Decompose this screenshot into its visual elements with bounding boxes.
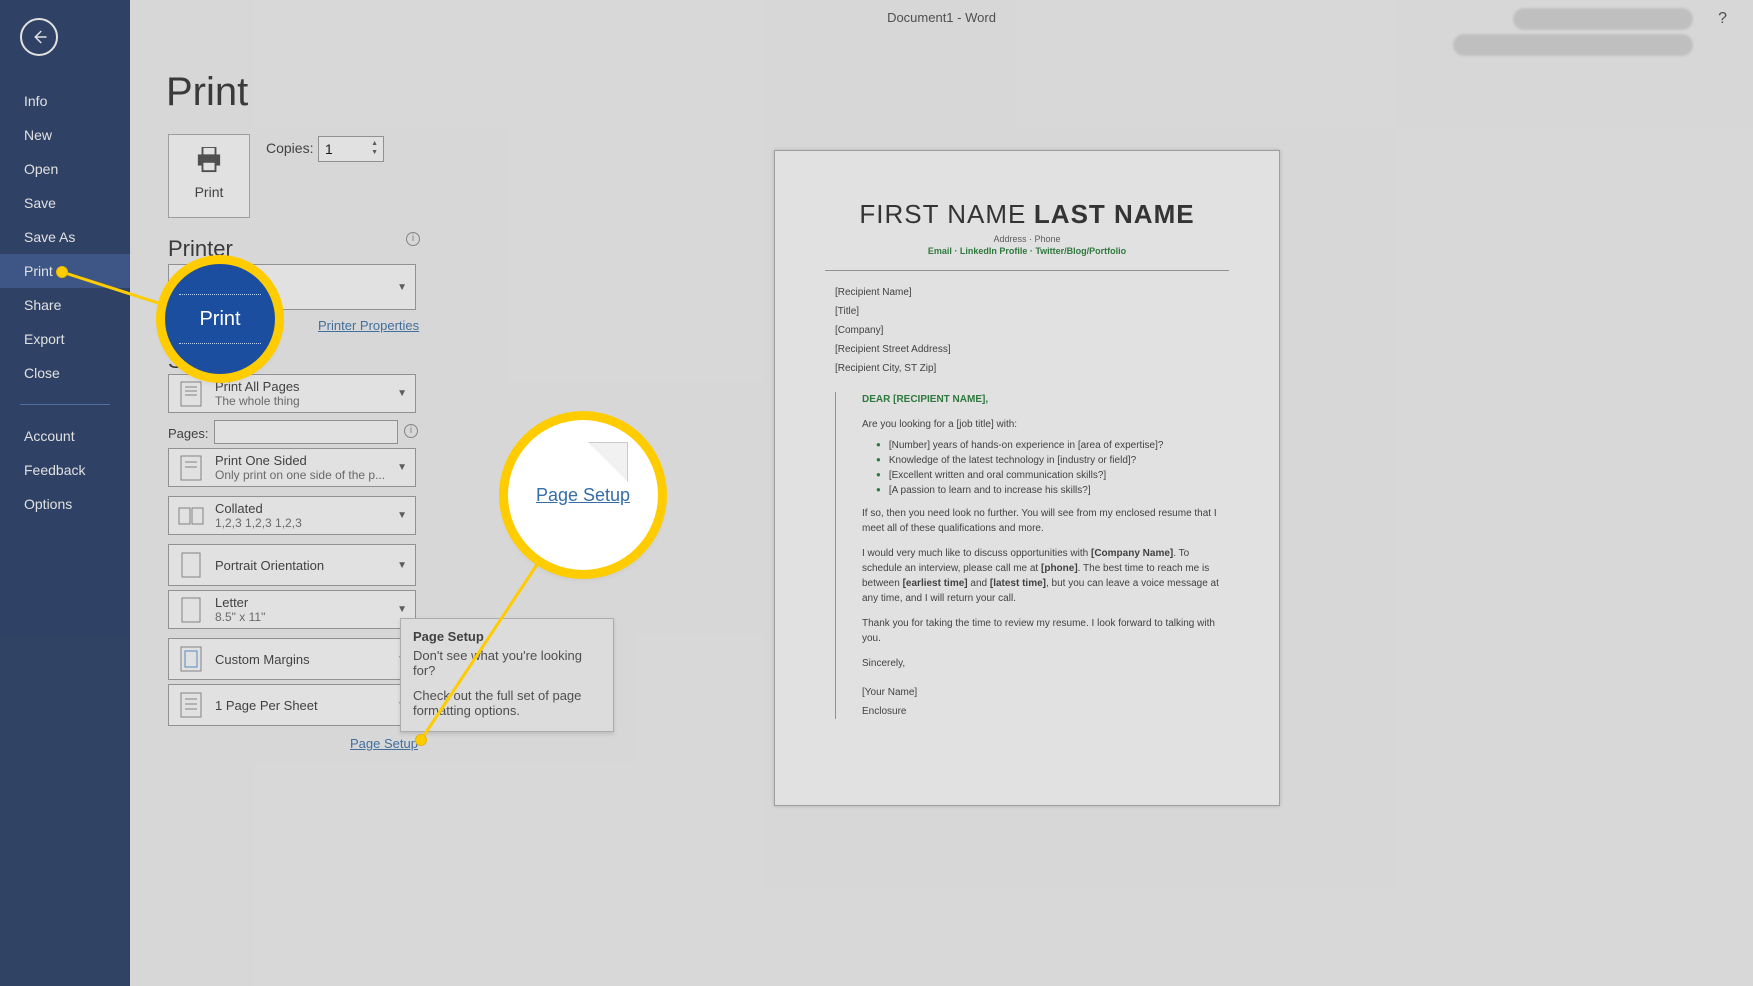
page-icon	[180, 381, 202, 407]
print-preview: FIRST NAME LAST NAME Address · Phone Ema…	[774, 150, 1280, 806]
page-setup-link[interactable]: Page Setup	[350, 736, 418, 751]
pages-label: Pages:	[168, 426, 208, 441]
nav-new[interactable]: New	[0, 118, 130, 152]
pages-per-sheet-select[interactable]: 1 Page Per Sheet ▼	[168, 684, 416, 726]
preview-recipient: [Recipient Name]	[835, 285, 1219, 300]
nav-separator	[20, 404, 110, 405]
copies-down[interactable]: ▼	[368, 148, 381, 157]
chevron-down-icon: ▼	[397, 388, 407, 399]
sheet-icon	[180, 692, 202, 718]
tooltip-title: Page Setup	[413, 629, 601, 644]
highlight-dot	[415, 734, 427, 746]
preview-divider	[825, 270, 1229, 271]
print-button-label: Print	[169, 184, 249, 200]
preview-bullets: [Number] years of hands-on experience in…	[862, 438, 1219, 498]
print-backstage: Document1 - Word ? Print Print Copies: ▲…	[130, 0, 1753, 986]
copies-label: Copies:	[266, 140, 313, 156]
collated-select[interactable]: Collated1,2,3 1,2,3 1,2,3 ▼	[168, 496, 416, 535]
chevron-down-icon: ▼	[397, 560, 407, 571]
highlight-print: Print	[165, 264, 275, 374]
tooltip-line2: Check out the full set of page formattin…	[413, 688, 601, 718]
chevron-down-icon: ▼	[397, 462, 407, 473]
highlight-page-setup-label: Page Setup	[536, 485, 630, 506]
copies-stepper[interactable]: ▲ ▼	[318, 136, 384, 162]
redacted-area	[1453, 34, 1693, 56]
nav-close[interactable]: Close	[0, 356, 130, 390]
page-single-icon	[180, 455, 202, 481]
margins-select[interactable]: Custom Margins ▼	[168, 638, 416, 680]
pages-info-icon[interactable]: i	[404, 424, 418, 438]
margins-icon	[180, 646, 202, 672]
nav-account[interactable]: Account	[0, 419, 130, 453]
print-what-select[interactable]: Print All PagesThe whole thing ▼	[168, 374, 416, 413]
chevron-down-icon: ▼	[397, 510, 407, 521]
backstage-sidebar: Info New Open Save Save As Print Share E…	[0, 0, 130, 986]
preview-name: FIRST NAME LAST NAME	[799, 199, 1255, 230]
nav-open[interactable]: Open	[0, 152, 130, 186]
print-sided-select[interactable]: Print One SidedOnly print on one side of…	[168, 448, 416, 487]
preview-address: Address · Phone	[799, 234, 1255, 244]
tooltip-line1: Don't see what you're looking for?	[413, 648, 601, 678]
paper-size-select[interactable]: Letter8.5" x 11" ▼	[168, 590, 416, 629]
printer-section-title: Printer	[168, 236, 233, 262]
highlight-page-setup: Page Setup	[508, 420, 658, 570]
highlight-print-label: Print	[199, 308, 240, 331]
chevron-down-icon: ▼	[397, 282, 407, 293]
nav-save-as[interactable]: Save As	[0, 220, 130, 254]
nav-feedback[interactable]: Feedback	[0, 453, 130, 487]
page-corner-icon	[588, 442, 628, 482]
collated-icon	[178, 505, 204, 527]
nav-options[interactable]: Options	[0, 487, 130, 521]
nav-share[interactable]: Share	[0, 288, 130, 322]
orientation-select[interactable]: Portrait Orientation ▼	[168, 544, 416, 586]
copies-up[interactable]: ▲	[368, 139, 381, 148]
redacted-area	[1513, 8, 1693, 30]
copies-input[interactable]	[319, 137, 365, 161]
nav-info[interactable]: Info	[0, 84, 130, 118]
help-button[interactable]: ?	[1718, 10, 1727, 28]
chevron-down-icon: ▼	[397, 604, 407, 615]
paper-icon	[181, 597, 201, 623]
pages-input[interactable]	[214, 420, 398, 444]
portrait-icon	[181, 552, 201, 578]
page-setup-tooltip: Page Setup Don't see what you're looking…	[400, 618, 614, 732]
window-title: Document1 - Word	[130, 10, 1753, 25]
nav-export[interactable]: Export	[0, 322, 130, 356]
page-title: Print	[166, 70, 248, 115]
preview-links: Email · LinkedIn Profile · Twitter/Blog/…	[799, 246, 1255, 256]
printer-properties-link[interactable]: Printer Properties	[318, 318, 419, 333]
preview-greeting: DEAR [RECIPIENT NAME],	[862, 392, 1219, 407]
print-button[interactable]: Print	[168, 134, 250, 218]
printer-info-icon[interactable]: i	[406, 232, 420, 246]
highlight-dot	[56, 266, 68, 278]
back-button[interactable]	[20, 18, 58, 56]
printer-icon	[194, 147, 224, 173]
nav-save[interactable]: Save	[0, 186, 130, 220]
back-arrow-icon	[30, 28, 48, 46]
